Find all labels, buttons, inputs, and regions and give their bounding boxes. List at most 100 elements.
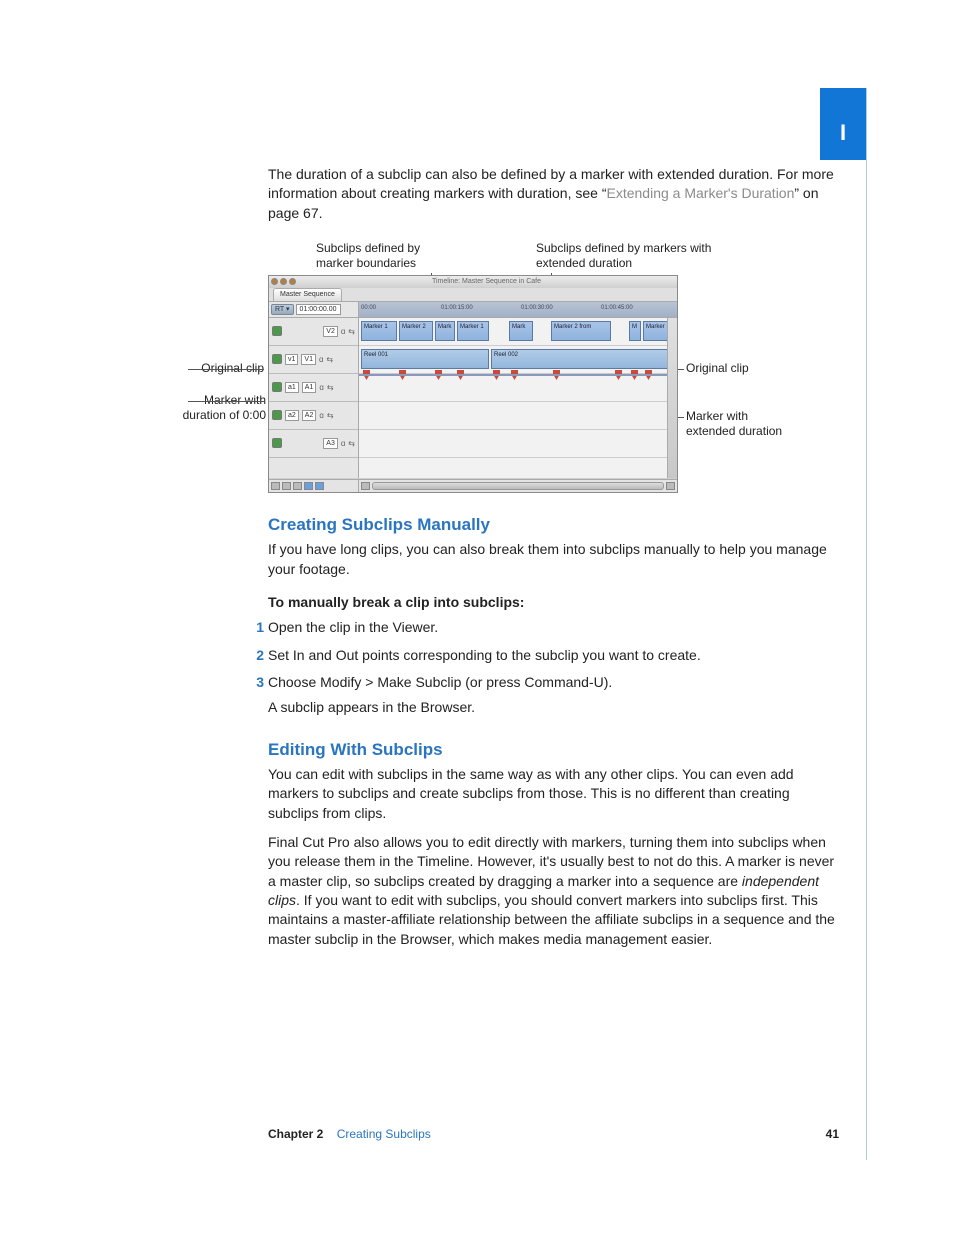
- callout-leader: [188, 369, 264, 370]
- clip-reel-002[interactable]: Reel 002: [491, 349, 671, 369]
- step-text: Open the clip in the Viewer.: [268, 619, 438, 635]
- step-item: 2Set In and Out points corresponding to …: [268, 646, 839, 665]
- window-title: Timeline: Master Sequence in Cafe: [298, 277, 675, 287]
- track-v1[interactable]: Reel 001 Reel 002: [359, 346, 667, 374]
- chapter-title: Creating Subclips: [337, 1127, 431, 1141]
- subclip[interactable]: Mark: [435, 321, 455, 341]
- step-number: 3: [250, 673, 264, 692]
- para2-text-b: . If you want to edit with subclips, you…: [268, 892, 835, 947]
- lock-icon[interactable]: ɑ: [319, 382, 323, 393]
- track-headers: V2 ɑ ⇆ v1 V1 ɑ ⇆ a1 A1: [269, 318, 359, 478]
- autoselect-icon[interactable]: ⇆: [327, 382, 334, 393]
- visibility-icon[interactable]: [272, 354, 282, 364]
- chapter-label: Chapter 2: [268, 1127, 323, 1141]
- track-label: A3: [323, 438, 338, 450]
- toggle-icon[interactable]: [315, 482, 324, 490]
- cross-reference-link[interactable]: Extending a Marker's Duration: [607, 185, 795, 201]
- visibility-icon[interactable]: [272, 410, 282, 420]
- current-timecode[interactable]: 01:00:00.00: [296, 304, 341, 316]
- lock-icon[interactable]: ɑ: [341, 438, 345, 449]
- toggle-icon[interactable]: [282, 482, 291, 490]
- visibility-icon[interactable]: [272, 382, 282, 392]
- visibility-icon[interactable]: [272, 326, 282, 336]
- track-a1[interactable]: [359, 374, 667, 402]
- page-footer: Chapter 2 Creating Subclips 41: [268, 1127, 839, 1141]
- track-header-a3[interactable]: A3 ɑ ⇆: [269, 430, 358, 458]
- clip-reel-001[interactable]: Reel 001: [361, 349, 489, 369]
- track-dst-label[interactable]: A1: [302, 382, 317, 394]
- track-v2[interactable]: Marker 1 Marker 2 Mark Marker 1 Mark Mar…: [359, 318, 667, 346]
- subclip[interactable]: Mark: [509, 321, 533, 341]
- steps-list: 1Open the clip in the Viewer. 2Set In an…: [268, 618, 839, 717]
- section2-para1: You can edit with subclips in the same w…: [268, 765, 839, 823]
- subclip[interactable]: M: [629, 321, 641, 341]
- lock-icon[interactable]: ɑ: [319, 410, 323, 421]
- close-icon[interactable]: [271, 278, 278, 285]
- lock-icon[interactable]: ɑ: [319, 354, 323, 365]
- callout-marker-extended: Marker with extended duration: [686, 409, 796, 439]
- timeline-figure: Subclips defined by marker boundaries Su…: [196, 241, 766, 493]
- autoselect-icon[interactable]: ⇆: [348, 438, 355, 449]
- callout-marker-zero: Marker with duration of 0:00: [176, 393, 266, 423]
- step-text: Set In and Out points corresponding to t…: [268, 647, 701, 663]
- timeline-tabs: Master Sequence: [269, 288, 677, 302]
- callout-leader: [188, 401, 264, 402]
- sequence-tab[interactable]: Master Sequence: [273, 288, 342, 301]
- page-right-rule: [866, 88, 867, 1160]
- callout-original-clip-right: Original clip: [686, 361, 776, 376]
- callout-top-left: Subclips defined by marker boundaries: [316, 241, 436, 271]
- timeline-body: V2 ɑ ⇆ v1 V1 ɑ ⇆ a1 A1: [269, 318, 677, 478]
- subclip[interactable]: Marker 2 from: [551, 321, 611, 341]
- section1-para: If you have long clips, you can also bre…: [268, 540, 839, 579]
- track-src-label[interactable]: v1: [285, 354, 298, 366]
- track-a3[interactable]: [359, 430, 667, 458]
- subclip[interactable]: Marker 1: [361, 321, 397, 341]
- track-header-v1[interactable]: v1 V1 ɑ ⇆: [269, 346, 358, 374]
- toggle-icon[interactable]: [293, 482, 302, 490]
- footer-left: Chapter 2 Creating Subclips: [268, 1127, 431, 1141]
- step-text: Choose Modify > Make Subclip (or press C…: [268, 674, 612, 690]
- ruler-tick: 01:00:15:00: [441, 304, 473, 312]
- subclip[interactable]: Marker 2: [399, 321, 433, 341]
- footer-view-controls: [269, 480, 359, 492]
- horizontal-scrollbar[interactable]: [372, 482, 664, 490]
- subclip[interactable]: Marker 1: [457, 321, 489, 341]
- zoom-icon[interactable]: [289, 278, 296, 285]
- timeline-footer: [269, 479, 677, 492]
- track-src-label[interactable]: a2: [285, 410, 299, 422]
- step-item: 3Choose Modify > Make Subclip (or press …: [268, 673, 839, 718]
- scroll-right-icon[interactable]: [666, 482, 675, 490]
- scroll-left-icon[interactable]: [361, 482, 370, 490]
- section2-para2: Final Cut Pro also allows you to edit di…: [268, 833, 839, 949]
- footer-scroll-area: [359, 480, 677, 492]
- track-label: V2: [323, 326, 338, 338]
- ruler-scale[interactable]: 00:00 01:00:15:00 01:00:30:00 01:00:45:0…: [359, 302, 677, 317]
- lock-icon[interactable]: ɑ: [341, 326, 345, 337]
- autoselect-icon[interactable]: ⇆: [326, 354, 333, 365]
- ruler-tick: 01:00:45:00: [601, 304, 633, 312]
- timeline-ruler-row: RT ▾ 01:00:00.00 00:00 01:00:15:00 01:00…: [269, 302, 677, 318]
- track-header-a2[interactable]: a2 A2 ɑ ⇆: [269, 402, 358, 430]
- toggle-icon[interactable]: [304, 482, 313, 490]
- minimize-icon[interactable]: [280, 278, 287, 285]
- heading-creating-subclips-manually: Creating Subclips Manually: [268, 513, 839, 536]
- track-dst-label[interactable]: A2: [302, 410, 317, 422]
- vertical-scrollbar[interactable]: [667, 318, 677, 478]
- track-src-label[interactable]: a1: [285, 382, 299, 394]
- page-number: 41: [826, 1127, 839, 1141]
- autoselect-icon[interactable]: ⇆: [327, 410, 334, 421]
- step-result: A subclip appears in the Browser.: [268, 698, 839, 717]
- track-a2[interactable]: [359, 402, 667, 430]
- ruler-tick: 00:00: [361, 304, 376, 312]
- timeline-canvas[interactable]: Marker 1 Marker 2 Mark Marker 1 Mark Mar…: [359, 318, 677, 478]
- timeline-window: Timeline: Master Sequence in Cafe Master…: [268, 275, 678, 493]
- track-dst-label[interactable]: V1: [301, 354, 316, 366]
- ruler-controls: RT ▾ 01:00:00.00: [269, 302, 359, 317]
- window-titlebar: Timeline: Master Sequence in Cafe: [269, 276, 677, 288]
- autoselect-icon[interactable]: ⇆: [348, 326, 355, 337]
- toggle-icon[interactable]: [271, 482, 280, 490]
- track-header-v2[interactable]: V2 ɑ ⇆: [269, 318, 358, 346]
- rt-menu-button[interactable]: RT ▾: [271, 304, 294, 316]
- visibility-icon[interactable]: [272, 438, 282, 448]
- track-header-a1[interactable]: a1 A1 ɑ ⇆: [269, 374, 358, 402]
